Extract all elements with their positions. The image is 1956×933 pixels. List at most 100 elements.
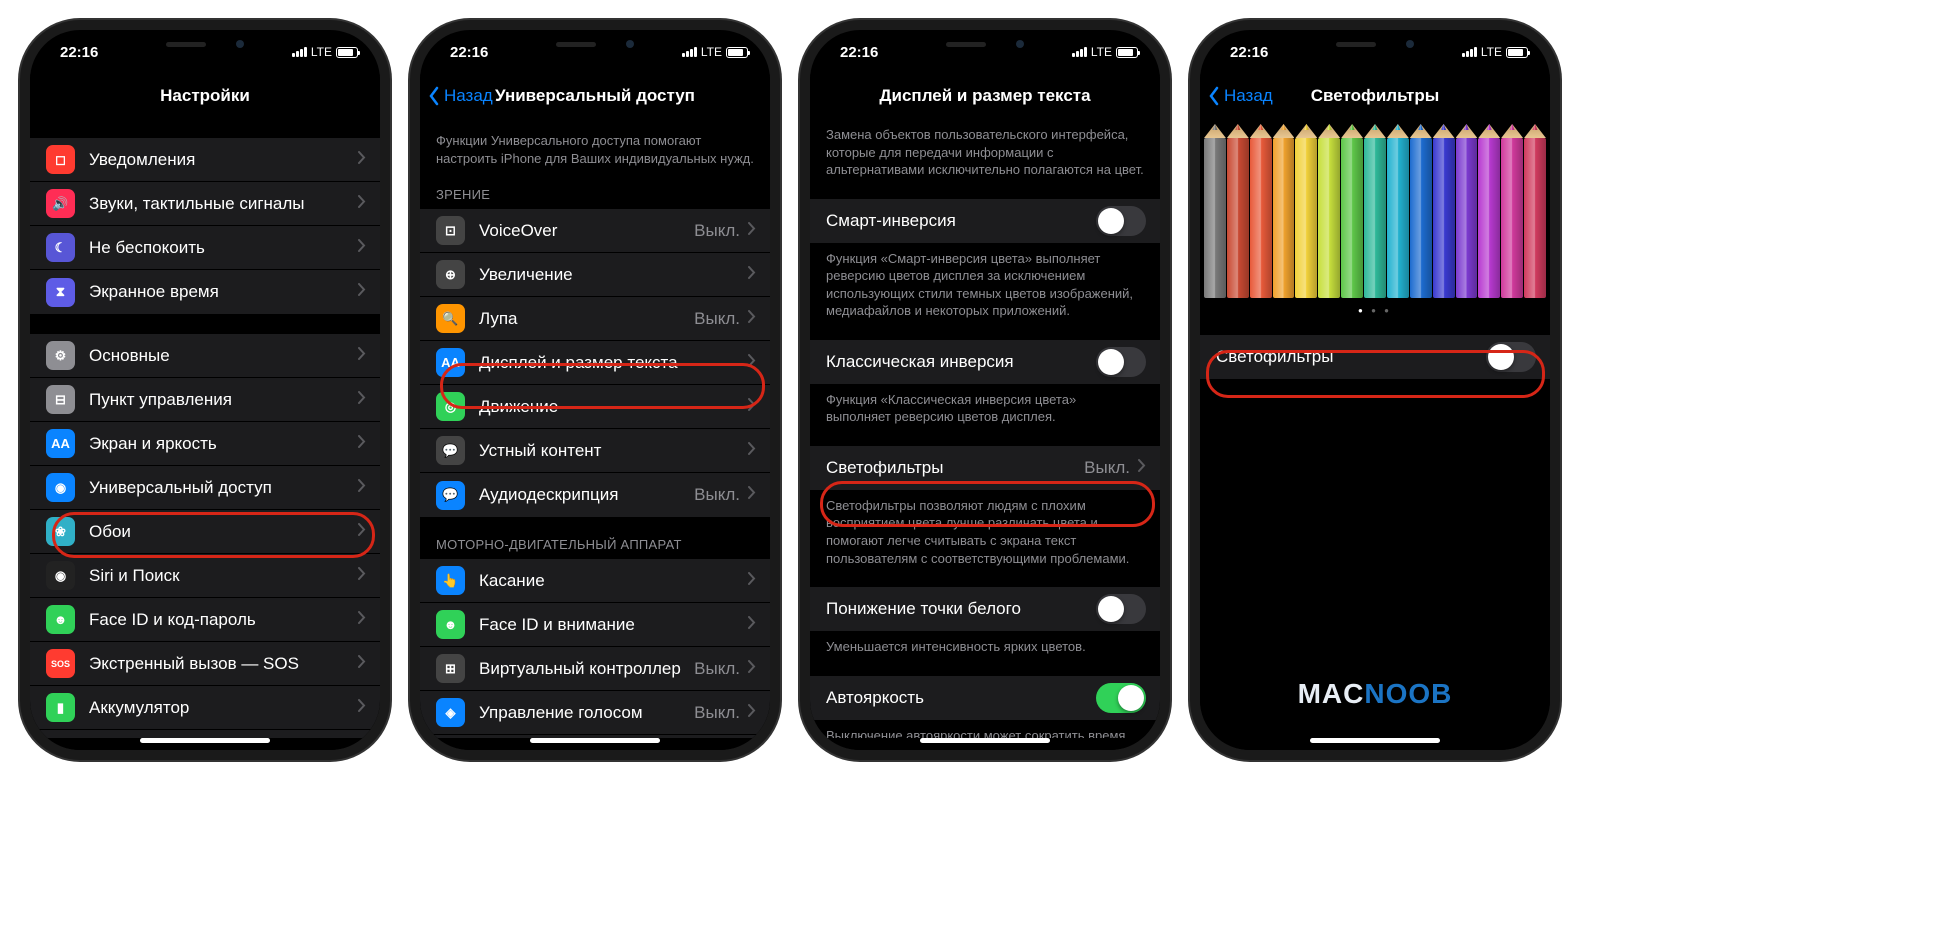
cellular-signal-icon [1462, 47, 1477, 57]
settings-row[interactable]: ◻︎Уведомления [30, 138, 380, 182]
row-label: Устный контент [479, 441, 740, 461]
color-filters-content[interactable]: ● ● ● Светофильтры [1200, 118, 1550, 738]
back-button[interactable]: Назад [428, 74, 493, 118]
toggle-white-point[interactable] [1096, 594, 1146, 624]
settings-row[interactable]: ⚙Основные [30, 334, 380, 378]
pencils-preview[interactable] [1200, 118, 1550, 298]
row-value: Выкл. [694, 485, 740, 505]
settings-row[interactable]: ⊕Увеличение [420, 253, 770, 297]
row-icon: AA [436, 348, 465, 377]
footer-text: Выключение автояркости может сократить в… [810, 720, 1160, 738]
toggle-color-filters[interactable] [1486, 342, 1536, 372]
settings-row[interactable]: 🔍ЛупаВыкл. [420, 297, 770, 341]
chevron-right-icon [358, 239, 366, 257]
row-icon: ✋ [46, 738, 75, 739]
cellular-signal-icon [292, 47, 307, 57]
row-label: Не беспокоить [89, 238, 350, 258]
chevron-right-icon [358, 195, 366, 213]
row-label: Экстренный вызов — SOS [89, 654, 350, 674]
row-classic-invert[interactable]: Классическая инверсия [810, 340, 1160, 384]
row-icon: 🔍 [436, 304, 465, 333]
row-value: Выкл. [694, 221, 740, 241]
row-label: Звуки, тактильные сигналы [89, 194, 350, 214]
notch [900, 30, 1070, 58]
settings-row[interactable]: 🔊Звуки, тактильные сигналы [30, 182, 380, 226]
pencil [1410, 138, 1432, 298]
settings-row[interactable]: ⊞Виртуальный контроллерВыкл. [420, 647, 770, 691]
settings-row[interactable]: ✋Конфиденциальность [30, 730, 380, 738]
row-value: Выкл. [694, 703, 740, 723]
back-button[interactable]: Назад [1208, 74, 1273, 118]
row-icon: AA [46, 429, 75, 458]
chevron-right-icon [358, 151, 366, 169]
settings-row[interactable]: AAЭкран и яркость [30, 422, 380, 466]
settings-row[interactable]: 💬АудиодескрипцияВыкл. [420, 473, 770, 517]
settings-row[interactable]: ◉Siri и Поиск [30, 554, 380, 598]
pencil [1524, 138, 1546, 298]
row-label: Пункт управления [89, 390, 350, 410]
settings-row[interactable]: ◉ Универсальный доступ [30, 466, 380, 510]
accessibility-list[interactable]: Функции Универсального доступа помогают … [420, 118, 770, 738]
row-icon: ◻︎ [46, 145, 75, 174]
row-value: Выкл. [694, 309, 740, 329]
settings-row[interactable]: ▮Аккумулятор [30, 686, 380, 730]
settings-row[interactable]: ◎Движение [420, 385, 770, 429]
chevron-right-icon [748, 398, 756, 416]
display-settings-list[interactable]: Замена объектов пользовательского интерф… [810, 118, 1160, 738]
row-label: Касание [479, 571, 740, 591]
settings-row[interactable]: 👆 Касание [420, 559, 770, 603]
home-indicator[interactable] [1310, 738, 1440, 743]
row-label: Управление голосом [479, 703, 686, 723]
settings-row[interactable]: ☻Face ID и внимание [420, 603, 770, 647]
settings-row[interactable]: SOSЭкстренный вызов — SOS [30, 642, 380, 686]
row-icon: 👆 [436, 566, 465, 595]
row-color-filters[interactable]: Светофильтры Выкл. [810, 446, 1160, 490]
settings-row[interactable]: ⊟Пункт управления [30, 378, 380, 422]
row-color-filters-toggle[interactable]: Светофильтры [1200, 335, 1550, 379]
home-indicator[interactable] [530, 738, 660, 743]
notch [1290, 30, 1460, 58]
settings-row[interactable]: AAДисплей и размер текста [420, 341, 770, 385]
battery-icon [336, 47, 358, 58]
settings-row[interactable]: ☻Face ID и код-пароль [30, 598, 380, 642]
settings-list[interactable]: ◻︎Уведомления🔊Звуки, тактильные сигналы☾… [30, 118, 380, 738]
phone-settings: 22:16 LTE Настройки ◻︎Уведомления🔊Звуки,… [30, 30, 380, 750]
settings-row[interactable]: ☾ Не беспокоить [30, 226, 380, 270]
section-header-motor: МОТОРНО-ДВИГАТЕЛЬНЫЙ АППАРАТ [420, 537, 770, 559]
toggle-classic-invert[interactable] [1096, 347, 1146, 377]
settings-row[interactable]: ❀Обои [30, 510, 380, 554]
footer-text: Светофильтры позволяют людям с плохим во… [810, 490, 1160, 567]
row-icon: ❀ [46, 517, 75, 546]
battery-icon [1506, 47, 1528, 58]
settings-row[interactable]: ⊡VoiceOverВыкл. [420, 209, 770, 253]
status-time: 22:16 [60, 44, 98, 61]
watermark-logo: MACNOOB [1200, 678, 1550, 710]
row-icon: ☾ [46, 233, 75, 262]
chevron-right-icon [358, 523, 366, 541]
nav-bar: Настройки [30, 74, 380, 118]
home-indicator[interactable] [920, 738, 1050, 743]
home-indicator[interactable] [140, 738, 270, 743]
row-icon: ⊞ [436, 654, 465, 683]
row-label: Основные [89, 346, 350, 366]
row-icon: 💬 [436, 481, 465, 510]
status-time: 22:16 [840, 44, 878, 61]
page-title: Светофильтры [1311, 86, 1440, 106]
row-label: Виртуальный контроллер [479, 659, 686, 679]
page-title: Универсальный доступ [495, 86, 695, 106]
row-smart-invert[interactable]: Смарт-инверсия [810, 199, 1160, 243]
row-icon: 💬 [436, 436, 465, 465]
toggle-smart-invert[interactable] [1096, 206, 1146, 236]
row-reduce-white-point[interactable]: Понижение точки белого [810, 587, 1160, 631]
row-label: Face ID и код-пароль [89, 610, 350, 630]
row-label: Увеличение [479, 265, 740, 285]
page-dots[interactable]: ● ● ● [1200, 306, 1550, 315]
toggle-auto-brightness[interactable] [1096, 683, 1146, 713]
settings-row[interactable]: 💬 Устный контент [420, 429, 770, 473]
row-icon: ◉ [46, 473, 75, 502]
row-icon: ▮ [46, 693, 75, 722]
settings-row[interactable]: ◈Управление голосомВыкл. [420, 691, 770, 735]
row-label: Универсальный доступ [89, 478, 350, 498]
row-auto-brightness[interactable]: Автояркость [810, 676, 1160, 720]
settings-row[interactable]: ⧗Экранное время [30, 270, 380, 314]
